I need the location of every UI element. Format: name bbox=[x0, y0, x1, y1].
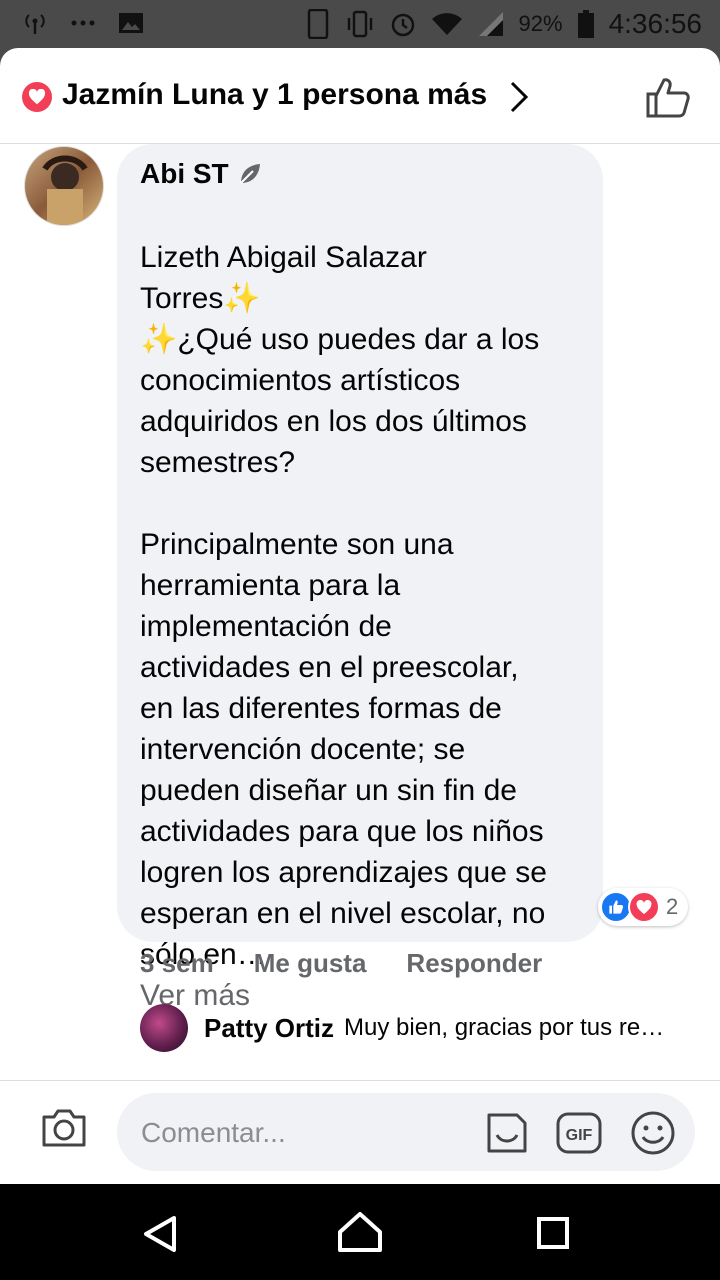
comment-body-text: Lizeth Abigail Salazar Torres✨ ✨¿Qué uso… bbox=[140, 241, 547, 971]
wifi-icon bbox=[431, 13, 462, 36]
reactions-header[interactable]: Jazmín Luna y 1 persona más bbox=[0, 48, 720, 144]
avatar[interactable] bbox=[24, 146, 104, 226]
gif-icon[interactable]: GIF bbox=[555, 1109, 603, 1157]
reply-button[interactable]: Responder bbox=[406, 948, 542, 979]
image-icon bbox=[119, 13, 143, 33]
emoji-icon[interactable] bbox=[629, 1109, 677, 1157]
like-outline-icon[interactable] bbox=[644, 76, 690, 118]
reaction-count: 2 bbox=[666, 894, 679, 919]
love-reaction-icon bbox=[628, 891, 660, 923]
reaction-summary[interactable]: 2 bbox=[598, 888, 689, 926]
comment-actions: 3 sem Me gusta Responder bbox=[140, 948, 542, 979]
back-icon[interactable] bbox=[140, 1214, 180, 1254]
phone-icon bbox=[307, 9, 328, 39]
author-name[interactable]: Abi ST bbox=[140, 158, 229, 190]
chevron-right-icon[interactable] bbox=[508, 80, 530, 114]
reply-preview[interactable]: Patty Ortiz Muy bien, gracias por tus re… bbox=[140, 1004, 664, 1052]
comment-composer: Comentar... GIF bbox=[0, 1080, 720, 1184]
reply-text: Muy bien, gracias por tus re… bbox=[344, 1014, 665, 1041]
battery-percent: 92% bbox=[518, 11, 563, 36]
more-icon bbox=[71, 20, 95, 26]
like-button[interactable]: Me gusta bbox=[254, 948, 367, 979]
clock: 4:36:56 bbox=[608, 8, 702, 39]
recent-apps-icon[interactable] bbox=[536, 1216, 570, 1250]
comment-author[interactable]: Abi ST bbox=[140, 158, 263, 190]
heart-icon bbox=[22, 82, 52, 112]
signal-icon bbox=[478, 12, 503, 36]
comment-input[interactable]: Comentar... GIF bbox=[117, 1093, 695, 1171]
home-icon[interactable] bbox=[336, 1210, 384, 1254]
reactors-summary[interactable]: Jazmín Luna y 1 persona más bbox=[62, 78, 487, 112]
reply-avatar[interactable] bbox=[140, 1004, 188, 1052]
camera-icon[interactable] bbox=[40, 1105, 88, 1149]
status-bar: 92% 4:36:56 bbox=[0, 0, 720, 48]
svg-text:GIF: GIF bbox=[566, 1127, 593, 1144]
comment-placeholder: Comentar... bbox=[141, 1117, 286, 1148]
battery-icon bbox=[577, 10, 594, 38]
comment-text: Lizeth Abigail Salazar Torres✨ ✨¿Qué uso… bbox=[140, 196, 590, 1016]
antenna-icon bbox=[25, 14, 45, 34]
comment-sheet: Jazmín Luna y 1 persona más Abi ST Lizet… bbox=[0, 48, 720, 1184]
reply-author[interactable]: Patty Ortiz bbox=[204, 1013, 334, 1044]
vibrate-icon bbox=[347, 10, 372, 38]
comment-time: 3 sem bbox=[140, 948, 214, 978]
alarm-icon bbox=[391, 13, 414, 37]
navigation-bar bbox=[0, 1184, 720, 1280]
leaf-badge-icon bbox=[239, 164, 260, 184]
sticker-icon[interactable] bbox=[483, 1109, 531, 1157]
